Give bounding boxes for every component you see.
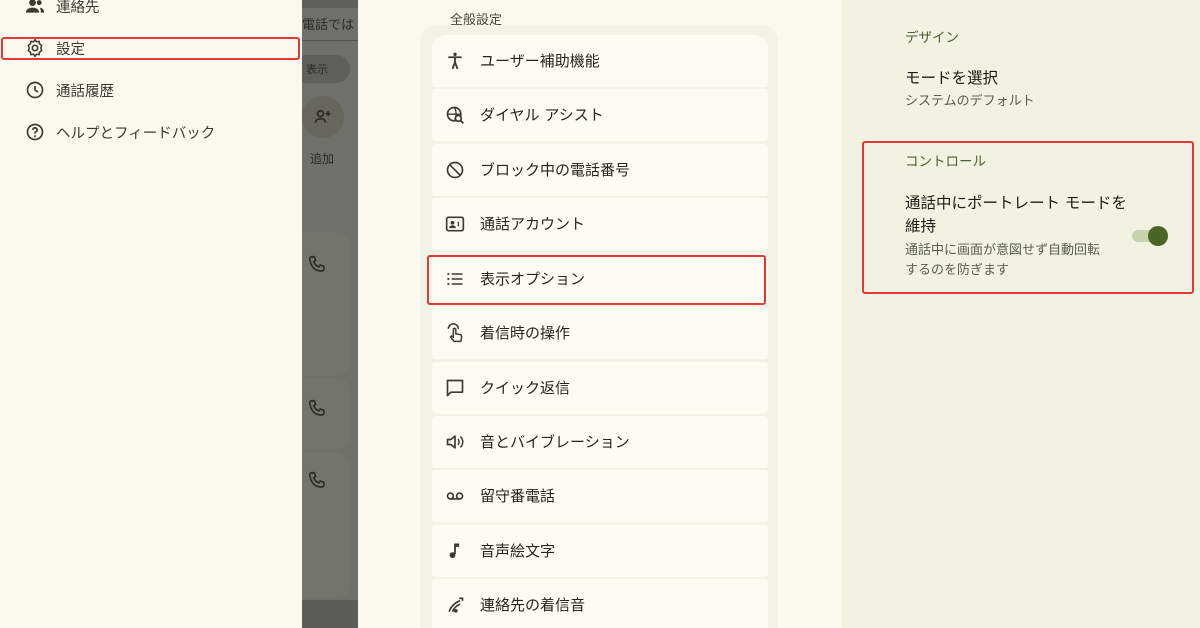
design-section-header: デザイン xyxy=(905,30,959,46)
settings-item-dial-assist[interactable]: ダイヤル アシスト xyxy=(432,89,768,141)
settings-item-label: 音声絵文字 xyxy=(480,542,556,560)
phone-icon xyxy=(308,471,325,488)
drawer-item-label: ヘルプとフィードバック xyxy=(56,125,216,142)
settings-item-sound-vibration[interactable]: 音とバイブレーション xyxy=(432,416,768,468)
add-contact-icon xyxy=(302,96,344,138)
settings-item-quick-responses[interactable]: クイック返信 xyxy=(432,362,768,414)
mode-summary: システムのデフォルト xyxy=(905,94,1035,109)
drawer-item-label: 通話履歴 xyxy=(56,83,114,100)
settings-item-blocked-numbers[interactable]: ブロック中の電話番号 xyxy=(432,144,768,196)
settings-item-accessibility[interactable]: ユーザー補助機能 xyxy=(432,35,768,87)
highlight-display-options xyxy=(427,255,766,305)
volume-icon xyxy=(444,431,466,453)
phone-icon xyxy=(308,255,325,272)
message-icon xyxy=(444,377,466,399)
navigation-drawer-panel: 電話では 表示 追加 連絡先 設定 通話履歴 ヘルプとフィードバック xyxy=(0,0,358,628)
settings-item-label: ダイヤル アシスト xyxy=(480,106,604,124)
drawer-item-label: 連絡先 xyxy=(56,0,100,16)
dimmed-background-app: 電話では 表示 追加 xyxy=(302,0,358,628)
settings-item-label: 着信時の操作 xyxy=(480,324,571,342)
background-tab-title: 電話では xyxy=(302,18,355,33)
drawer-item-help[interactable]: ヘルプとフィードバック xyxy=(0,112,300,152)
settings-item-label: 留守番電話 xyxy=(480,487,556,505)
mode-title: モードを選択 xyxy=(905,69,999,87)
block-icon xyxy=(444,159,466,181)
drawer-menu: 連絡先 設定 通話履歴 ヘルプとフィードバック xyxy=(0,0,302,628)
voicemail-icon xyxy=(444,485,466,507)
settings-item-label: 連絡先の着信音 xyxy=(480,596,586,614)
highlight-controls-section xyxy=(862,141,1194,294)
settings-item-calling-accounts[interactable]: 通話アカウント xyxy=(432,198,768,250)
settings-item-label: 音とバイブレーション xyxy=(480,433,630,451)
settings-item-contact-ringtones[interactable]: 連絡先の着信音 xyxy=(432,579,768,628)
phone-icon xyxy=(308,399,325,416)
settings-item-incoming-call-gestures[interactable]: 着信時の操作 xyxy=(432,307,768,359)
display-options-panel: デザイン モードを選択 システムのデフォルト コントロール 通話中にポートレート… xyxy=(842,0,1200,628)
account-card-icon xyxy=(444,213,466,235)
ringtone-icon xyxy=(444,594,466,616)
background-add-label: 追加 xyxy=(310,152,335,166)
drawer-item-contacts[interactable]: 連絡先 xyxy=(0,0,300,26)
settings-item-label: ユーザー補助機能 xyxy=(480,52,600,70)
settings-item-label: クイック返信 xyxy=(480,379,571,397)
settings-list: ユーザー補助機能 ダイヤル アシスト ブロック中の電話番号 通話アカウント 表示… xyxy=(420,26,778,628)
help-icon xyxy=(24,121,46,143)
settings-item-voicemail[interactable]: 留守番電話 xyxy=(432,470,768,522)
music-note-icon xyxy=(444,540,466,562)
gesture-icon xyxy=(444,322,466,344)
contacts-icon xyxy=(24,0,46,17)
settings-item-audio-emoji[interactable]: 音声絵文字 xyxy=(432,525,768,577)
settings-panel: 全般設定 ユーザー補助機能 ダイヤル アシスト ブロック中の電話番号 通話アカウ… xyxy=(358,0,842,628)
dial-assist-icon xyxy=(444,104,466,126)
settings-item-label: ブロック中の電話番号 xyxy=(480,161,631,179)
highlight-settings xyxy=(1,37,300,60)
drawer-item-call-history[interactable]: 通話履歴 xyxy=(0,70,300,110)
background-chip: 表示 xyxy=(302,55,350,83)
history-icon xyxy=(24,79,46,101)
settings-item-label: 通話アカウント xyxy=(480,215,586,233)
accessibility-icon xyxy=(444,50,466,72)
